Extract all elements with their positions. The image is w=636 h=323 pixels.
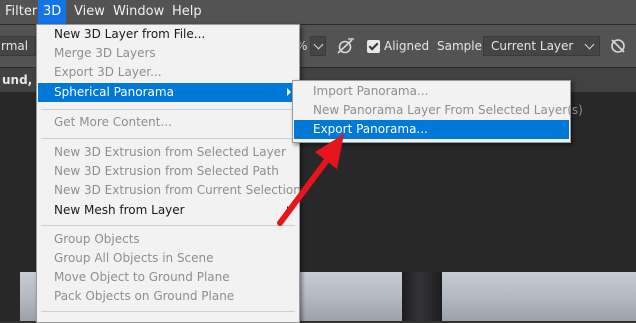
- annotation-arrow-icon: [277, 134, 344, 226]
